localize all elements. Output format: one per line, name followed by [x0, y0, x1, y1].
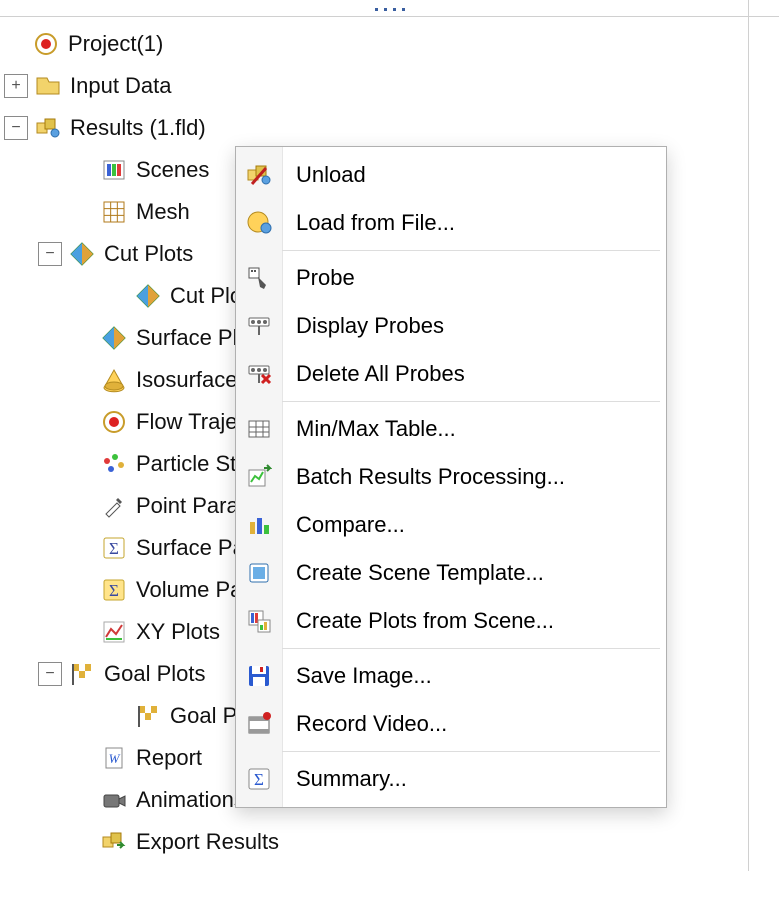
- cut-plot-icon: [134, 282, 162, 310]
- panel-divider[interactable]: [0, 0, 779, 17]
- tree-label: Scenes: [136, 157, 209, 183]
- menu-item-label: Compare...: [282, 512, 405, 538]
- menu-item-label: Batch Results Processing...: [282, 464, 565, 490]
- batch-results-icon: [236, 464, 282, 490]
- plots-from-scene-icon: [236, 608, 282, 634]
- summary-icon: [236, 766, 282, 792]
- menu-item-summary[interactable]: Summary...: [236, 755, 666, 803]
- tree-label: XY Plots: [136, 619, 220, 645]
- tree-label: Goal Plots: [104, 661, 206, 687]
- surface-parameters-icon: [100, 534, 128, 562]
- compare-icon: [236, 512, 282, 538]
- menu-item-label: Display Probes: [282, 313, 444, 339]
- menu-item-display-probes[interactable]: Display Probes: [236, 302, 666, 350]
- menu-item-delete-all-probes[interactable]: Delete All Probes: [236, 350, 666, 398]
- menu-item-create-plots-from-scene[interactable]: Create Plots from Scene...: [236, 597, 666, 645]
- menu-item-create-scene-template[interactable]: Create Scene Template...: [236, 549, 666, 597]
- export-results-icon: [100, 828, 128, 856]
- tree-label: Project(1): [68, 31, 163, 57]
- menu-item-load-from-file[interactable]: Load from File...: [236, 199, 666, 247]
- menu-item-label: Delete All Probes: [282, 361, 465, 387]
- goal-plots-icon: [68, 660, 96, 688]
- probe-icon: [236, 265, 282, 291]
- delete-probes-icon: [236, 361, 282, 387]
- tree-label: Isosurfaces: [136, 367, 249, 393]
- divider-grip-icon: [375, 8, 405, 11]
- tree-label: Export Results: [136, 829, 279, 855]
- menu-item-batch-results-processing[interactable]: Batch Results Processing...: [236, 453, 666, 501]
- menu-item-label: Summary...: [282, 766, 407, 792]
- collapse-toggle[interactable]: −: [4, 116, 28, 140]
- menu-item-compare[interactable]: Compare...: [236, 501, 666, 549]
- menu-separator: [282, 751, 660, 752]
- cut-plots-icon: [68, 240, 96, 268]
- menu-item-label: Min/Max Table...: [282, 416, 456, 442]
- results-context-menu: Unload Load from File... Probe Display P…: [235, 146, 667, 808]
- report-icon: [100, 744, 128, 772]
- menu-item-record-video[interactable]: Record Video...: [236, 700, 666, 748]
- tree-label: Report: [136, 745, 202, 771]
- save-image-icon: [236, 663, 282, 689]
- tree-label: Input Data: [70, 73, 172, 99]
- folder-icon: [34, 72, 62, 100]
- minmax-table-icon: [236, 416, 282, 442]
- point-parameters-icon: [100, 492, 128, 520]
- mesh-icon: [100, 198, 128, 226]
- tree-node-input-data[interactable]: + Input Data: [4, 65, 779, 107]
- collapse-toggle[interactable]: −: [38, 662, 62, 686]
- goal-plot-icon: [134, 702, 162, 730]
- record-video-icon: [236, 711, 282, 737]
- volume-parameters-icon: [100, 576, 128, 604]
- menu-item-label: Unload: [282, 162, 366, 188]
- tree-node-export-results[interactable]: Export Results: [4, 821, 779, 863]
- scenes-icon: [100, 156, 128, 184]
- load-file-icon: [236, 210, 282, 236]
- target-icon: [32, 30, 60, 58]
- menu-item-min-max-table[interactable]: Min/Max Table...: [236, 405, 666, 453]
- menu-item-label: Record Video...: [282, 711, 447, 737]
- unload-icon: [236, 162, 282, 188]
- menu-separator: [282, 401, 660, 402]
- tree-label: Results (1.fld): [70, 115, 206, 141]
- tree-label: Cut Plots: [104, 241, 193, 267]
- menu-separator: [282, 648, 660, 649]
- scene-template-icon: [236, 560, 282, 586]
- menu-item-label: Load from File...: [282, 210, 455, 236]
- menu-item-probe[interactable]: Probe: [236, 254, 666, 302]
- tree-node-results[interactable]: − Results (1.fld): [4, 107, 779, 149]
- menu-item-label: Save Image...: [282, 663, 432, 689]
- tree-label: Mesh: [136, 199, 190, 225]
- menu-item-unload[interactable]: Unload: [236, 151, 666, 199]
- flow-trajectories-icon: [100, 408, 128, 436]
- results-icon: [34, 114, 62, 142]
- isosurfaces-icon: [100, 366, 128, 394]
- menu-separator: [282, 250, 660, 251]
- collapse-toggle[interactable]: −: [38, 242, 62, 266]
- particle-study-icon: [100, 450, 128, 478]
- surface-plots-icon: [100, 324, 128, 352]
- animations-icon: [100, 786, 128, 814]
- menu-item-label: Probe: [282, 265, 355, 291]
- menu-item-label: Create Scene Template...: [282, 560, 544, 586]
- tree-node-project[interactable]: Project(1): [4, 23, 779, 65]
- menu-item-label: Create Plots from Scene...: [282, 608, 554, 634]
- expand-toggle[interactable]: +: [4, 74, 28, 98]
- xy-plots-icon: [100, 618, 128, 646]
- tree-label: Animations: [136, 787, 245, 813]
- display-probes-icon: [236, 313, 282, 339]
- menu-item-save-image[interactable]: Save Image...: [236, 652, 666, 700]
